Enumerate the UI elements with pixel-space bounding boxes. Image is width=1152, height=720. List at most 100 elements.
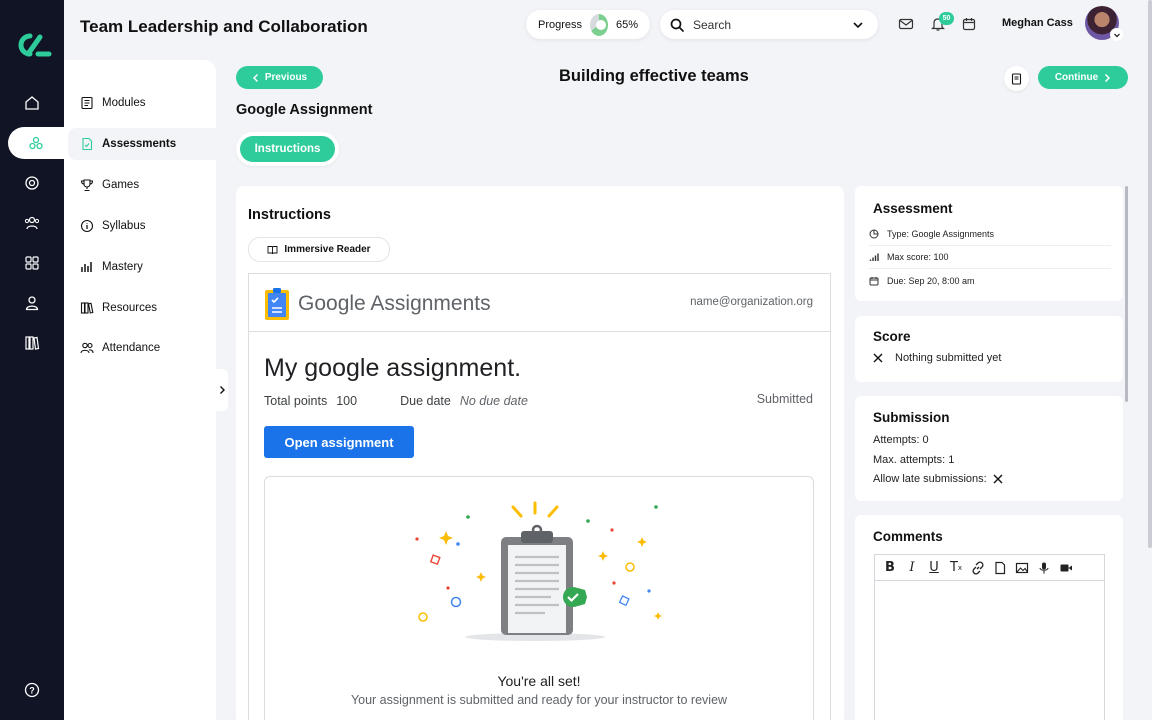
brand-product: Assignments bbox=[370, 292, 491, 315]
mail-icon[interactable] bbox=[898, 16, 914, 32]
tab-instructions[interactable]: Instructions bbox=[240, 136, 335, 162]
rail-target[interactable] bbox=[0, 167, 64, 199]
book-icon bbox=[1011, 72, 1022, 85]
chevron-right-icon bbox=[220, 386, 225, 394]
chevron-down-icon[interactable] bbox=[852, 19, 864, 31]
target-icon bbox=[25, 176, 39, 190]
comments-panel: Comments B I U Tx bbox=[855, 515, 1123, 720]
rail-apps[interactable] bbox=[0, 247, 64, 279]
rail-library[interactable] bbox=[0, 327, 64, 359]
user-name[interactable]: Meghan Cass bbox=[1002, 17, 1073, 29]
rail-help[interactable]: ? bbox=[0, 674, 64, 706]
user-icon bbox=[25, 296, 39, 311]
underline-icon[interactable]: U bbox=[927, 560, 941, 575]
nav-item-games[interactable]: Games bbox=[68, 169, 216, 201]
rail-home[interactable] bbox=[0, 87, 64, 119]
instructions-card: Instructions Immersive Reader Google Ass… bbox=[236, 186, 844, 720]
notification-badge: 50 bbox=[939, 12, 954, 25]
nav-item-mastery[interactable]: Mastery bbox=[68, 251, 216, 283]
submitted-confirmation: You're all set! Your assignment is submi… bbox=[264, 476, 814, 720]
nav-collapse-toggle[interactable] bbox=[216, 369, 228, 411]
nav-item-label: Syllabus bbox=[102, 220, 146, 232]
trophy-icon bbox=[80, 179, 94, 192]
continue-button[interactable]: Continue bbox=[1038, 66, 1128, 89]
comment-editor[interactable]: B I U Tx bbox=[874, 554, 1105, 720]
immersive-reader-button[interactable]: Immersive Reader bbox=[248, 237, 390, 262]
score-panel: Score Nothing submitted yet bbox=[855, 316, 1123, 382]
modules-icon bbox=[81, 96, 93, 110]
modules-hub-icon bbox=[29, 136, 43, 150]
apps-grid-icon bbox=[25, 256, 39, 270]
assessment-due: Due: Sep 20, 8:00 am bbox=[887, 275, 975, 286]
nav-item-attendance[interactable]: Attendance bbox=[68, 332, 216, 364]
chevron-right-icon bbox=[1105, 73, 1111, 82]
nav-item-label: Modules bbox=[102, 97, 146, 109]
video-icon[interactable] bbox=[1059, 561, 1073, 575]
progress-indicator[interactable]: Progress 65% bbox=[526, 10, 650, 39]
nav-item-label: Games bbox=[102, 179, 140, 191]
chart-icon bbox=[81, 262, 92, 272]
page-title: Building effective teams bbox=[559, 67, 749, 85]
nav-item-modules[interactable]: Modules bbox=[68, 87, 216, 119]
rail-modules-hub[interactable] bbox=[8, 127, 64, 159]
confirmation-message: Your assignment is submitted and ready f… bbox=[350, 693, 728, 707]
editor-toolbar: B I U Tx bbox=[875, 555, 1104, 581]
italic-icon[interactable]: I bbox=[905, 560, 919, 575]
left-rail: ? bbox=[0, 0, 64, 720]
info-icon bbox=[80, 219, 94, 233]
total-points-value: 100 bbox=[336, 394, 358, 408]
app-logo[interactable] bbox=[12, 30, 52, 60]
assessment-icon bbox=[82, 137, 93, 151]
nav-item-assessments[interactable]: Assessments bbox=[68, 128, 216, 160]
rail-people[interactable] bbox=[0, 207, 64, 239]
score-status: Nothing submitted yet bbox=[873, 352, 1001, 364]
assessment-maxscore-row: Max score: 100 bbox=[869, 246, 1111, 269]
assignment-meta: Total points 100 Due date No due date bbox=[264, 394, 528, 408]
instructions-heading: Instructions bbox=[248, 207, 331, 223]
progress-label: Progress bbox=[538, 18, 583, 31]
search-input[interactable] bbox=[693, 17, 843, 32]
google-assignments-brand: Google Assignments bbox=[298, 292, 491, 316]
chevron-down-icon bbox=[1113, 33, 1120, 37]
nav-item-resources[interactable]: Resources bbox=[68, 292, 216, 324]
progress-value: 65% bbox=[615, 18, 638, 31]
nav-item-label: Mastery bbox=[102, 261, 143, 273]
embed-header: Google Assignments name@organization.org bbox=[249, 274, 830, 332]
home-icon bbox=[25, 96, 39, 110]
search-icon bbox=[670, 18, 684, 32]
max-attempts: Max. attempts: 1 bbox=[873, 454, 955, 466]
submission-status: Submitted bbox=[756, 392, 813, 406]
avatar-menu-toggle[interactable] bbox=[1110, 28, 1123, 41]
submission-heading: Submission bbox=[873, 410, 950, 425]
clear-format-icon[interactable]: Tx bbox=[949, 560, 963, 575]
audio-icon[interactable] bbox=[1037, 561, 1051, 575]
right-panel-scrollbar[interactable] bbox=[1125, 186, 1128, 402]
bold-icon[interactable]: B bbox=[883, 560, 897, 575]
submission-panel: Submission Attempts: 0 Max. attempts: 1 … bbox=[855, 396, 1123, 501]
immersive-reader-label: Immersive Reader bbox=[284, 244, 371, 255]
file-icon[interactable] bbox=[993, 561, 1007, 575]
open-assignment-button[interactable]: Open assignment bbox=[264, 426, 414, 458]
close-icon bbox=[993, 474, 1003, 484]
google-assignment-embed: Google Assignments name@organization.org… bbox=[248, 273, 831, 720]
rail-user[interactable] bbox=[0, 287, 64, 319]
nav-item-label: Assessments bbox=[102, 138, 177, 150]
image-icon[interactable] bbox=[1015, 561, 1029, 575]
assessment-max-score: Max score: 100 bbox=[887, 252, 949, 262]
calendar-icon[interactable] bbox=[961, 16, 977, 32]
link-icon[interactable] bbox=[971, 560, 985, 575]
page-scrollbar[interactable] bbox=[1148, 0, 1152, 548]
library-icon bbox=[25, 336, 40, 350]
assignment-title: My google assignment. bbox=[264, 354, 522, 382]
nav-item-label: Resources bbox=[102, 302, 157, 314]
reader-icon bbox=[267, 245, 278, 254]
notes-button[interactable] bbox=[1004, 66, 1029, 91]
previous-label: Previous bbox=[264, 72, 308, 83]
assessment-heading: Assessment bbox=[873, 201, 953, 216]
attendance-icon bbox=[80, 342, 94, 354]
nav-item-syllabus[interactable]: Syllabus bbox=[68, 210, 216, 242]
previous-button[interactable]: Previous bbox=[236, 66, 323, 89]
section-title: Google Assignment bbox=[236, 102, 373, 118]
confirmation-title: You're all set! bbox=[497, 673, 581, 689]
search-box[interactable] bbox=[660, 10, 878, 39]
